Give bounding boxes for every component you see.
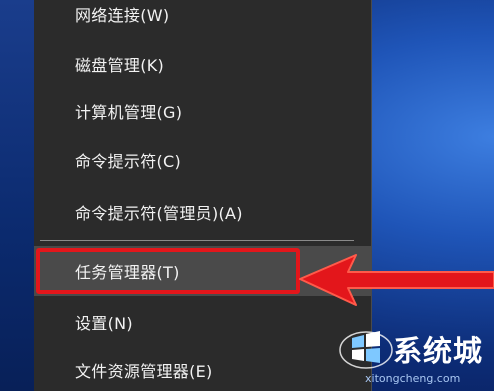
watermark-url: xitongcheng.com xyxy=(365,372,461,385)
menu-item-command-prompt[interactable]: 命令提示符(C) xyxy=(34,135,371,185)
menu-item-label: 命令提示符(C) xyxy=(75,152,182,171)
desktop-left-edge xyxy=(0,0,34,391)
menu-item-label: 磁盘管理(K) xyxy=(75,56,165,75)
site-watermark: 系统城 xitongcheng.com xyxy=(338,322,494,391)
watermark-title: 系统城 xyxy=(393,334,484,368)
menu-separator xyxy=(40,240,354,241)
menu-item-label: 设置(N) xyxy=(75,314,133,333)
menu-item-disk-management[interactable]: 磁盘管理(K) xyxy=(34,39,371,89)
menu-item-command-prompt-admin[interactable]: 命令提示符(管理员)(A) xyxy=(34,187,371,237)
menu-item-label: 命令提示符(管理员)(A) xyxy=(75,204,243,223)
red-arrow-icon xyxy=(299,254,494,306)
menu-item-label: 网络连接(W) xyxy=(75,6,170,25)
menu-item-network-connections[interactable]: 网络连接(W) xyxy=(34,0,371,39)
winx-context-menu: 网络连接(W) 磁盘管理(K) 计算机管理(G) 命令提示符(C) 命令提示符(… xyxy=(34,0,372,391)
menu-item-computer-management[interactable]: 计算机管理(G) xyxy=(34,86,371,136)
red-highlight-box xyxy=(36,248,300,294)
windows-logo-icon xyxy=(339,331,393,369)
menu-item-label: 计算机管理(G) xyxy=(75,103,183,122)
menu-item-file-explorer[interactable]: 文件资源管理器(E) xyxy=(34,345,371,391)
menu-item-label: 文件资源管理器(E) xyxy=(75,362,213,381)
